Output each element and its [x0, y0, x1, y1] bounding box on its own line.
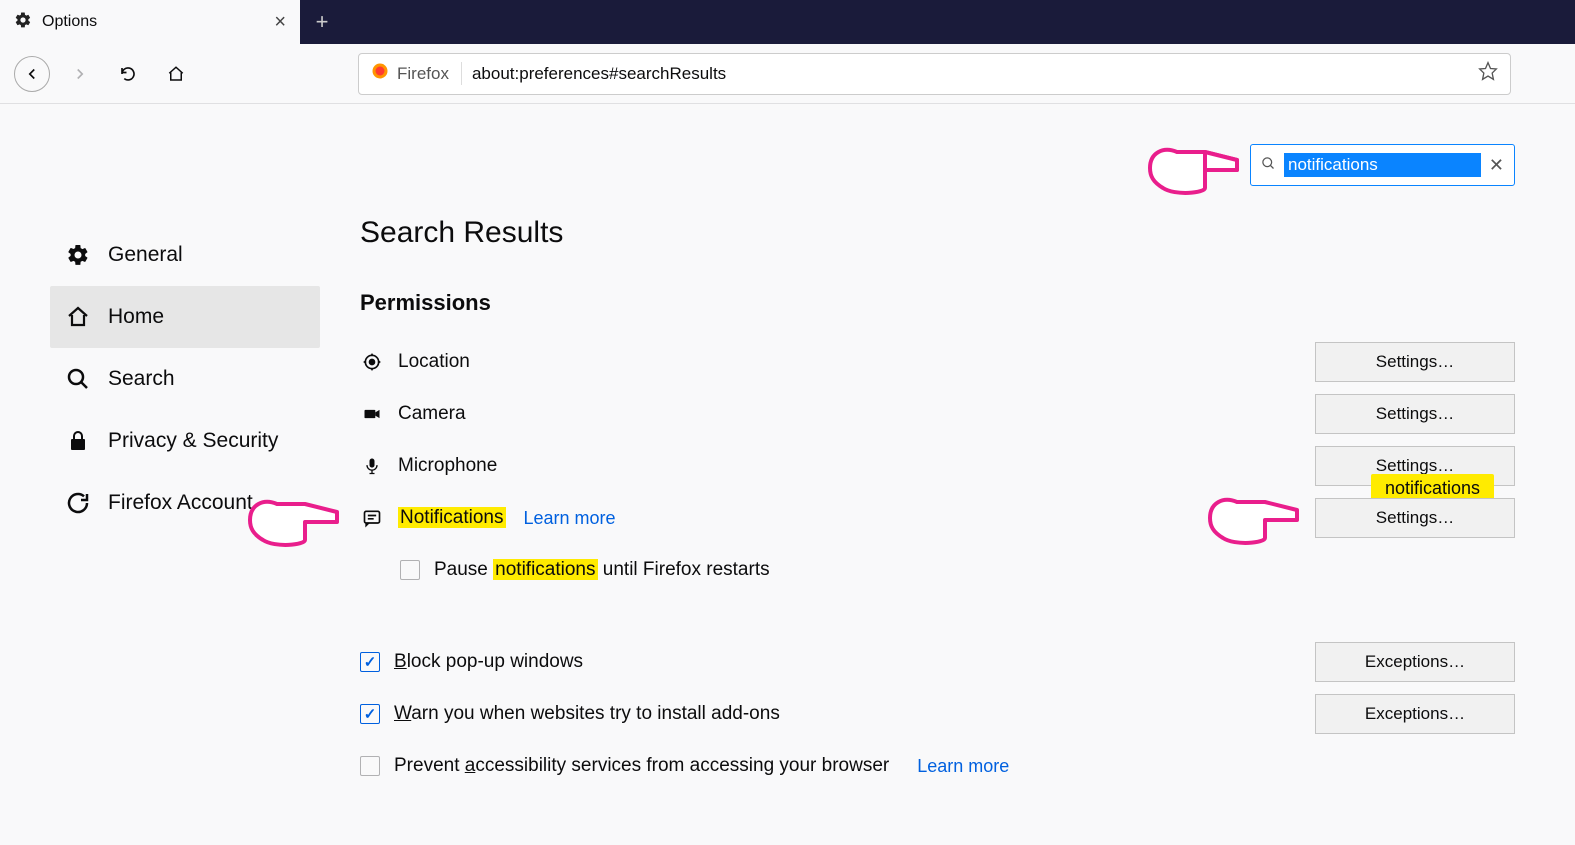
permission-row-notifications: Notifications Learn more Settings… — [360, 494, 1515, 542]
sidebar-item-label: General — [108, 243, 183, 267]
nav-buttons — [14, 56, 194, 92]
annotation-hand-icon — [1205, 488, 1305, 552]
sidebar-item-label: Search — [108, 367, 175, 391]
home-button[interactable] — [158, 56, 194, 92]
toolbar: Firefox about:preferences#searchResults — [0, 44, 1575, 104]
permission-label: Location — [398, 351, 470, 373]
tab-options[interactable]: Options × — [0, 0, 300, 44]
location-icon — [360, 352, 384, 372]
sidebar-item-label: Firefox Account — [108, 491, 253, 515]
content: notifications ✕ Search Results Permissio… — [360, 124, 1575, 794]
permission-label: Notifications — [398, 507, 506, 529]
tab-title: Options — [42, 13, 97, 31]
warn-addons-checkbox[interactable] — [360, 704, 380, 724]
sidebar-item-home[interactable]: Home — [50, 286, 320, 348]
page-title: Search Results — [360, 216, 1515, 250]
checkbox-label: Prevent accessibility services from acce… — [394, 755, 889, 777]
permission-row-microphone: Microphone Settings… notifications — [360, 442, 1515, 490]
gear-icon — [14, 11, 32, 34]
permission-row-location: Location Settings… — [360, 338, 1515, 386]
exceptions-button-popup[interactable]: Exceptions… — [1315, 642, 1515, 682]
button-label: Settings… — [1376, 456, 1454, 476]
sidebar-item-firefox-account[interactable]: Firefox Account — [50, 472, 320, 534]
prevent-a11y-row: Prevent accessibility services from acce… — [360, 742, 1515, 790]
prevent-a11y-checkbox[interactable] — [360, 756, 380, 776]
identity-label: Firefox — [397, 64, 449, 84]
search-query-text: notifications — [1284, 153, 1481, 177]
permission-row-camera: Camera Settings… — [360, 390, 1515, 438]
settings-button-microphone[interactable]: Settings… notifications — [1315, 446, 1515, 486]
sidebar-item-search[interactable]: Search — [50, 348, 320, 410]
pause-notifications-row: Pause notifications until Firefox restar… — [360, 546, 1515, 594]
forward-button[interactable] — [62, 56, 98, 92]
checkbox-label: Warn you when websites try to install ad… — [394, 703, 780, 725]
bookmark-star-icon[interactable] — [1478, 61, 1498, 86]
search-icon — [1261, 156, 1276, 175]
camera-icon — [360, 404, 384, 424]
block-popup-checkbox[interactable] — [360, 652, 380, 672]
identity-box[interactable]: Firefox — [371, 62, 462, 85]
pause-notifications-checkbox[interactable] — [400, 560, 420, 580]
tab-strip: Options × + — [0, 0, 1575, 44]
exceptions-button-addons[interactable]: Exceptions… — [1315, 694, 1515, 734]
learn-more-link[interactable]: Learn more — [524, 508, 616, 529]
settings-button-notifications[interactable]: Settings… — [1315, 498, 1515, 538]
sidebar-item-label: Home — [108, 305, 164, 329]
sidebar: General Home Search Privacy & Security F… — [0, 124, 360, 794]
firefox-icon — [371, 62, 389, 85]
sidebar-item-label: Privacy & Security — [108, 429, 278, 453]
settings-button-location[interactable]: Settings… — [1315, 342, 1515, 382]
notification-icon — [360, 508, 384, 528]
section-title: Permissions — [360, 290, 1515, 316]
permission-label: Camera — [398, 403, 466, 425]
new-tab-button[interactable]: + — [300, 0, 344, 44]
permission-label: Microphone — [398, 455, 497, 477]
options-search-box[interactable]: notifications ✕ — [1250, 144, 1515, 186]
url-text: about:preferences#searchResults — [472, 64, 1468, 84]
sidebar-item-general[interactable]: General — [50, 224, 320, 286]
back-button[interactable] — [14, 56, 50, 92]
warn-addons-row: Warn you when websites try to install ad… — [360, 690, 1515, 738]
block-popup-row: Block pop-up windows Exceptions… — [360, 638, 1515, 686]
settings-button-camera[interactable]: Settings… — [1315, 394, 1515, 434]
clear-search-icon[interactable]: ✕ — [1489, 155, 1504, 176]
close-tab-icon[interactable]: × — [274, 11, 286, 34]
annotation-hand-icon — [1145, 138, 1245, 202]
address-bar[interactable]: Firefox about:preferences#searchResults — [358, 53, 1511, 95]
microphone-icon — [360, 456, 384, 476]
sidebar-item-privacy[interactable]: Privacy & Security — [50, 410, 320, 472]
checkbox-label: Block pop-up windows — [394, 651, 583, 673]
learn-more-link[interactable]: Learn more — [917, 756, 1009, 777]
reload-button[interactable] — [110, 56, 146, 92]
main: General Home Search Privacy & Security F… — [0, 104, 1575, 794]
checkbox-label: Pause notifications until Firefox restar… — [434, 559, 770, 581]
